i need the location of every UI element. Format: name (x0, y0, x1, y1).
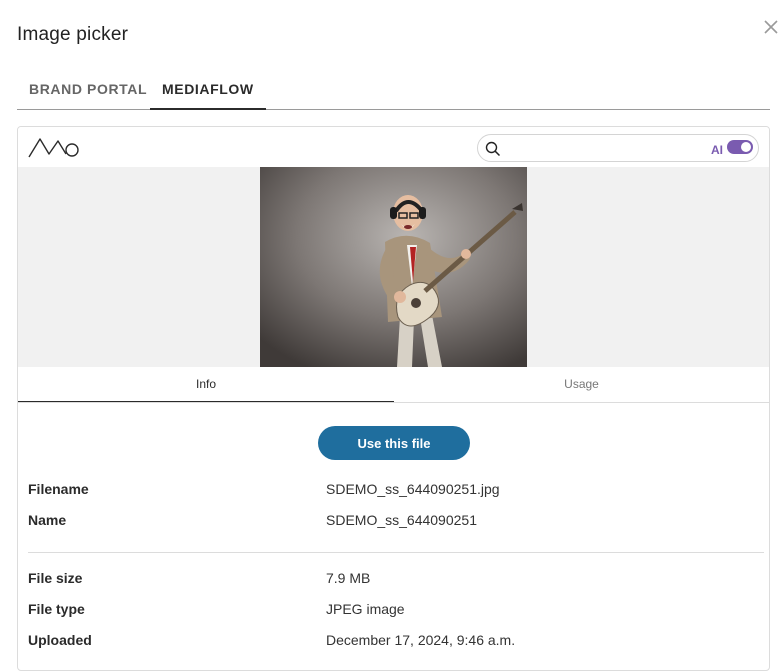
uploaded-value: December 17, 2024, 9:46 a.m. (326, 632, 516, 648)
search-input[interactable] (506, 138, 700, 160)
use-this-file-button[interactable]: Use this file (318, 426, 470, 460)
info-row-uploaded: Uploaded December 17, 2024, 9:46 a.m. (28, 632, 758, 652)
close-icon[interactable] (762, 18, 780, 36)
tab-mediaflow[interactable]: MEDIAFLOW (150, 72, 266, 110)
detail-tabs: Info Usage (18, 367, 769, 403)
dialog-title: Image picker (17, 24, 129, 45)
toolbar: AI (18, 127, 769, 167)
info-row-file-type: File type JPEG image (28, 601, 758, 621)
tab-brand-portal[interactable]: BRAND PORTAL (17, 72, 159, 108)
file-type-label: File type (28, 601, 85, 617)
search-icon[interactable] (485, 141, 501, 157)
file-size-label: File size (28, 570, 83, 586)
source-tabs: BRAND PORTAL MEDIAFLOW (17, 72, 770, 110)
divider (28, 552, 764, 553)
filename-label: Filename (28, 481, 89, 497)
info-row-filename: Filename SDEMO_ss_644090251.jpg (28, 481, 758, 501)
tab-usage[interactable]: Usage (394, 367, 769, 402)
file-size-value: 7.9 MB (326, 570, 371, 586)
tab-info[interactable]: Info (18, 367, 394, 402)
file-type-value: JPEG image (326, 601, 405, 617)
search-box: AI (477, 134, 759, 162)
info-row-name: Name SDEMO_ss_644090251 (28, 512, 758, 532)
ai-label: AI (711, 143, 723, 157)
name-value: SDEMO_ss_644090251 (326, 512, 477, 528)
info-row-file-size: File size 7.9 MB (28, 570, 758, 590)
uploaded-label: Uploaded (28, 632, 92, 648)
photo-man-playing-guitar-icon (260, 167, 527, 367)
image-preview-area (18, 167, 769, 367)
filename-value: SDEMO_ss_644090251.jpg (326, 481, 500, 497)
mediaflow-logo-icon (28, 138, 79, 158)
ai-toggle[interactable] (727, 140, 753, 154)
mediaflow-panel: AI Info Usage Use this file Filename SDE… (17, 126, 770, 671)
name-label: Name (28, 512, 67, 528)
toggle-knob (741, 142, 751, 152)
